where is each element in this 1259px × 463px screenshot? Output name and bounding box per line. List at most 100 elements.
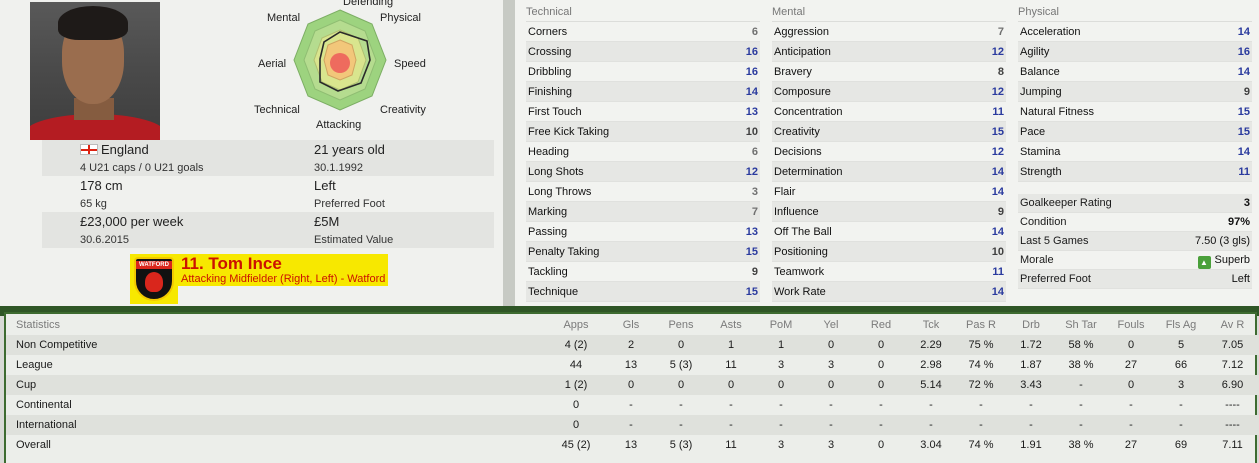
attribute-row-long-shots[interactable]: Long Shots 12	[526, 162, 760, 182]
condition-value: 97%	[1227, 216, 1250, 228]
mental-header: Mental	[772, 6, 1006, 22]
stats-cell: ----	[1225, 419, 1240, 431]
attribute-name: Acceleration	[1020, 26, 1081, 38]
attribute-row-first-touch[interactable]: First Touch 13	[526, 102, 760, 122]
stats-cell: 5	[1177, 339, 1185, 351]
attribute-row-long-throws[interactable]: Long Throws 3	[526, 182, 760, 202]
attribute-row-decisions[interactable]: Decisions 12	[772, 142, 1006, 162]
club-badge[interactable]: WATFORD	[130, 254, 178, 304]
attribute-row-creativity[interactable]: Creativity 15	[772, 122, 1006, 142]
technical-column: Technical Corners 6 Crossing 16 Dribbling 16 F…	[526, 6, 760, 302]
attribute-row-balance[interactable]: Balance 14	[1018, 62, 1252, 82]
stats-cell: 0	[827, 339, 835, 351]
attribute-row-finishing[interactable]: Finishing 14	[526, 82, 760, 102]
attribute-name: Flair	[774, 186, 796, 198]
attribute-value: 9	[997, 206, 1004, 218]
attribute-row-positioning[interactable]: Positioning 10	[772, 242, 1006, 262]
stats-cell: 5.14	[920, 379, 942, 391]
stats-cell: 7.11	[1222, 439, 1243, 451]
stats-header-gls[interactable]: Gls	[606, 314, 656, 335]
stats-header-pens[interactable]: Pens	[656, 314, 706, 335]
stats-header-pom[interactable]: PoM	[756, 314, 806, 335]
attribute-row-tackling[interactable]: Tackling 9	[526, 262, 760, 282]
player-profile-panel: Defending Physical Speed Creativity Atta…	[0, 0, 503, 306]
attribute-name: Off The Ball	[774, 226, 832, 238]
technical-header: Technical	[526, 6, 760, 22]
player-name-box: 11. Tom Ince Attacking Midfielder (Right…	[178, 254, 388, 286]
attribute-row-stamina[interactable]: Stamina 14	[1018, 142, 1252, 162]
stats-row-cup[interactable]: Cup 1 (2) 0 0 0 0 0 0 5.14 72 % 3.43 - 0 3 6.90	[6, 375, 1259, 395]
stats-header-asts[interactable]: Asts	[706, 314, 756, 335]
attribute-value: 15	[745, 286, 758, 298]
stats-row-international[interactable]: International 0- - - - - - - - - - - - ----	[6, 415, 1259, 435]
attribute-row-work-rate[interactable]: Work Rate 14	[772, 282, 1006, 302]
attribute-row-off-the-ball[interactable]: Off The Ball 14	[772, 222, 1006, 242]
attribute-value: 6	[751, 26, 758, 38]
stats-header-apps[interactable]: Apps	[546, 314, 606, 335]
attribute-row-marking[interactable]: Marking 7	[526, 202, 760, 222]
attribute-row-composure[interactable]: Composure 12	[772, 82, 1006, 102]
stats-header-av-r[interactable]: Av R	[1206, 314, 1259, 335]
player-wage: £23,000 per week	[80, 214, 184, 229]
attribute-row-natural-fitness[interactable]: Natural Fitness 15	[1018, 102, 1252, 122]
stats-row-league[interactable]: League 44 13 5 (3) 11 3 3 0 2.98 74 % 1.87 38 % 27 66…	[6, 355, 1259, 375]
stats-row-continental[interactable]: Continental 0- - - - - - - - - - - - ----	[6, 395, 1259, 415]
stats-cell: 38 %	[1068, 439, 1094, 451]
stats-header-fls-ag[interactable]: Fls Ag	[1156, 314, 1206, 335]
attribute-row-heading[interactable]: Heading 6	[526, 142, 760, 162]
stats-header-red[interactable]: Red	[856, 314, 906, 335]
stats-cell: 2	[627, 339, 635, 351]
attribute-row-technique[interactable]: Technique 15	[526, 282, 760, 302]
attribute-row-agility[interactable]: Agility 16	[1018, 42, 1252, 62]
attribute-row-crossing[interactable]: Crossing 16	[526, 42, 760, 62]
stats-cell: -	[879, 419, 883, 431]
attribute-row-strength[interactable]: Strength 11	[1018, 162, 1252, 182]
stats-header-sh-tar[interactable]: Sh Tar	[1056, 314, 1106, 335]
attribute-name: Penalty Taking	[528, 246, 600, 258]
attribute-row-free-kick-taking[interactable]: Free Kick Taking 10	[526, 122, 760, 142]
stats-header-yel[interactable]: Yel	[806, 314, 856, 335]
attribute-row-determination[interactable]: Determination 14	[772, 162, 1006, 182]
stats-cell: -	[1179, 399, 1183, 411]
radar-label-creativity: Creativity	[380, 104, 426, 116]
attribute-row-penalty-taking[interactable]: Penalty Taking 15	[526, 242, 760, 262]
stats-cell: -	[1129, 399, 1133, 411]
stats-cell: 5 (3)	[669, 439, 693, 451]
attribute-row-dribbling[interactable]: Dribbling 16	[526, 62, 760, 82]
attribute-row-jumping[interactable]: Jumping 9	[1018, 82, 1252, 102]
attribute-row-teamwork[interactable]: Teamwork 11	[772, 262, 1006, 282]
stats-row-non-competitive[interactable]: Non Competitive 4 (2) 2 0 1 1 0 0 2.29 75 % 1.72 58…	[6, 335, 1259, 355]
stats-header-fouls[interactable]: Fouls	[1106, 314, 1156, 335]
attribute-row-acceleration[interactable]: Acceleration 14	[1018, 22, 1252, 42]
attribute-name: Bravery	[774, 66, 812, 78]
attribute-row-influence[interactable]: Influence 9	[772, 202, 1006, 222]
attribute-row-pace[interactable]: Pace 15	[1018, 122, 1252, 142]
stats-row-overall[interactable]: Overall 45 (2) 13 5 (3) 11 3 3 0 3.04 74 % 1.91 38 …	[6, 435, 1259, 455]
attribute-row-concentration[interactable]: Concentration 11	[772, 102, 1006, 122]
stats-cell: 38 %	[1068, 359, 1094, 371]
stats-header-pas-r[interactable]: Pas R	[956, 314, 1006, 335]
attribute-name: Pace	[1020, 126, 1046, 138]
attribute-row-anticipation[interactable]: Anticipation 12	[772, 42, 1006, 62]
attribute-row-passing[interactable]: Passing 13	[526, 222, 760, 242]
stats-cell: 1 (2)	[564, 379, 588, 391]
attribute-row-aggression[interactable]: Aggression 7	[772, 22, 1006, 42]
stats-cell: 66	[1174, 359, 1188, 371]
stats-header-tck[interactable]: Tck	[906, 314, 956, 335]
goalkeeper-rating-row: Goalkeeper Rating 3	[1018, 194, 1252, 213]
stats-header-statistics[interactable]: Statistics	[6, 314, 546, 335]
attribute-value: 12	[991, 86, 1004, 98]
stats-header-drb[interactable]: Drb	[1006, 314, 1056, 335]
stats-cell: 0	[877, 379, 885, 391]
attribute-row-flair[interactable]: Flair 14	[772, 182, 1006, 202]
stats-cell: -	[679, 399, 683, 411]
attribute-row-corners[interactable]: Corners 6	[526, 22, 760, 42]
attribute-row-bravery[interactable]: Bravery 8	[772, 62, 1006, 82]
attribute-name: Free Kick Taking	[528, 126, 610, 138]
stats-cell: -	[829, 399, 833, 411]
nationality[interactable]: England	[101, 142, 149, 157]
attribute-value: 14	[991, 166, 1004, 178]
info-row: 178 cm 65 kg Left Preferred Foot	[42, 176, 494, 212]
attribute-value: 12	[991, 146, 1004, 158]
stats-cell: 0	[572, 399, 580, 411]
